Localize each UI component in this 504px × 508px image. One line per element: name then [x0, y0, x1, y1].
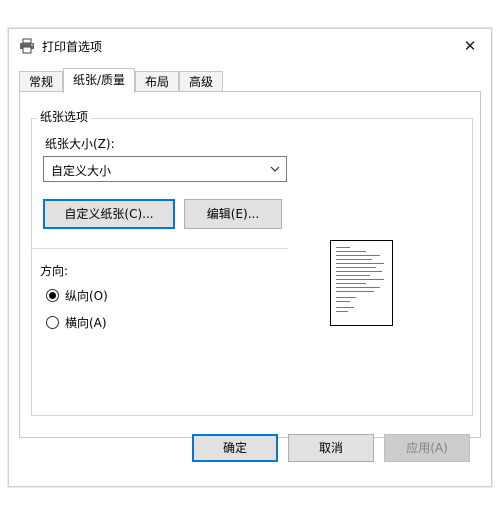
apply-button[interactable]: 应用(A) [384, 434, 470, 462]
radio-selected-dot [49, 292, 56, 299]
preview-line [336, 287, 380, 288]
paper-size-select[interactable]: 自定义大小 [43, 156, 287, 182]
preview-line [336, 279, 384, 280]
paper-options-group-title: 纸张选项 [37, 108, 92, 125]
preview-line [336, 267, 376, 268]
print-preferences-dialog: 打印首选项 ✕ 常规 纸张/质量 布局 高级 [8, 28, 492, 487]
tab-advanced[interactable]: 高级 [179, 71, 223, 91]
close-icon: ✕ [463, 37, 477, 55]
custom-paper-button[interactable]: 自定义纸张(C)... [43, 199, 175, 229]
tab-paper-quality[interactable]: 纸张/质量 [63, 68, 135, 93]
preview-line [336, 307, 354, 308]
portrait-label: 纵向(O) [65, 289, 108, 303]
section-divider [30, 248, 288, 249]
close-button[interactable]: ✕ [457, 33, 483, 59]
preview-line [336, 291, 374, 292]
window-title: 打印首选项 [42, 40, 103, 54]
preview-line [336, 283, 366, 284]
tab-general[interactable]: 常规 [19, 71, 63, 91]
preview-line [336, 311, 348, 312]
title-bar: 打印首选项 ✕ [9, 29, 491, 63]
cancel-button[interactable]: 取消 [288, 434, 374, 462]
preview-line [336, 259, 372, 260]
preview-line [336, 271, 382, 272]
preview-line [336, 251, 366, 252]
paper-size-label: 纸张大小(Z): [45, 137, 115, 151]
edit-button[interactable]: 编辑(E)... [184, 199, 282, 229]
preview-line [336, 297, 356, 298]
preview-line [336, 301, 350, 302]
printer-icon [20, 38, 34, 54]
preview-line [336, 255, 380, 256]
ok-button[interactable]: 确定 [192, 434, 278, 462]
preview-line [336, 275, 370, 276]
tab-layout[interactable]: 布局 [135, 71, 179, 91]
chevron-down-icon [270, 166, 280, 172]
tab-strip: 常规 纸张/质量 布局 高级 [19, 68, 481, 93]
preview-line [336, 263, 384, 264]
landscape-radio[interactable] [46, 316, 59, 329]
preview-line [336, 247, 350, 248]
page-preview [330, 240, 393, 326]
orientation-label: 方向: [40, 264, 69, 278]
paper-size-value: 自定义大小 [51, 164, 112, 178]
landscape-label: 横向(A) [65, 316, 107, 330]
portrait-radio[interactable] [46, 289, 59, 302]
